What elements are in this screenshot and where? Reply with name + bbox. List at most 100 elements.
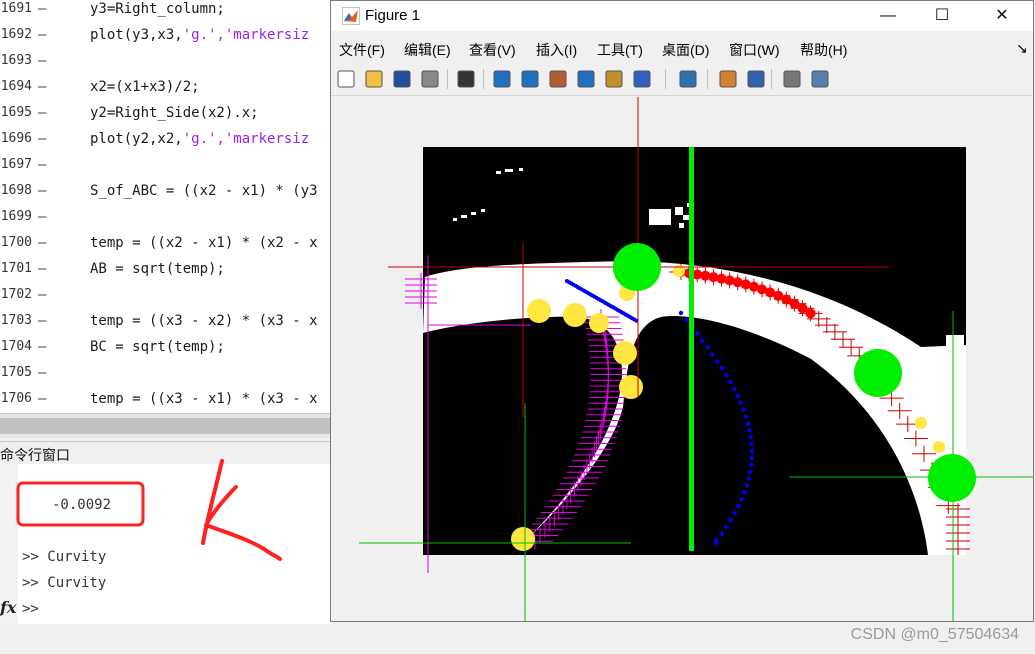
menu-item[interactable]: 工具(T) [597,40,643,60]
line-number: 1703 [0,313,32,328]
blue-dot [746,476,751,481]
blue-dot [732,386,737,392]
code-line[interactable]: 1698 — S_of_ABC = ((x2 - x1) * (y3 [0,178,331,204]
code-line[interactable]: 1703 — temp = ((x3 - x2) * (x3 - x [0,308,331,334]
code-line[interactable]: 1694 — x2=(x1+x3)/2; [0,74,331,100]
blue-dot [741,407,746,412]
code-text: AB = sqrt(temp); [90,261,225,277]
blue-dot [724,524,729,530]
code-text: S_of_ABC = ((x2 - x1) * (y3 [90,183,318,199]
line-marker: — [38,365,47,381]
line-marker: — [38,157,47,173]
toolbar-separator [707,69,708,89]
code-line[interactable]: 1702 — [0,282,331,308]
code-line[interactable]: 1691 — y3=Right_column; [0,0,331,22]
line-marker: — [38,105,47,121]
blue-dot [747,428,752,433]
blue-dot [749,441,754,447]
brush-icon[interactable] [631,68,653,90]
line-number: 1697 [0,157,32,172]
menu-item[interactable]: 桌面(D) [662,40,709,60]
line-number: 1695 [0,105,32,120]
scrollbar-thumb[interactable] [0,418,330,434]
data-cursor-icon[interactable] [603,68,625,90]
menu-item[interactable]: 文件(F) [339,40,385,60]
dock-arrow-icon[interactable]: ↘ [1016,40,1028,57]
line-marker: — [38,287,47,303]
pan-icon[interactable] [547,68,569,90]
zoom-in-icon[interactable] [491,68,513,90]
menu-item[interactable]: 插入(I) [536,40,577,60]
blue-dot [724,372,729,378]
yellow-dot [613,341,637,365]
yellow-dot [589,313,609,333]
line-number: 1692 [0,27,32,42]
watermark: CSDN @m0_57504634 [850,626,1019,643]
code-line[interactable]: 1692 — plot(y3,x3,'g.','markersiz [0,22,331,48]
rotate-icon[interactable] [575,68,597,90]
line-marker: — [38,339,47,355]
code-line[interactable]: 1705 — [0,360,331,386]
colorbar-icon[interactable] [717,68,739,90]
line-number: 1704 [0,339,32,354]
maximize-button[interactable]: ☐ [913,1,971,31]
line-marker: — [38,313,47,329]
show-tools-icon[interactable] [809,68,831,90]
close-button[interactable]: ✕ [973,1,1031,31]
menu-item[interactable]: 窗口(W) [729,40,780,60]
figure-menubar: 文件(F) 编辑(E) 查看(V) 插入(I) 工具(T) 桌面(D) 窗口(W) 帮助(H)… [331,35,1033,61]
blue-dot [739,497,744,502]
blue-dot [749,448,755,454]
code-line[interactable]: 1696 — plot(y2,x2,'g.','markersiz [0,126,331,152]
menu-item[interactable]: 帮助(H) [800,40,847,60]
line-marker: — [38,235,47,251]
code-line[interactable]: 1706 — temp = ((x3 - x1) * (x3 - x [0,386,331,412]
open-file-icon[interactable] [363,68,385,90]
legend-icon[interactable] [745,68,767,90]
link-plot-icon[interactable] [677,68,699,90]
save-icon[interactable] [391,68,413,90]
blue-dot [684,317,689,323]
code-line[interactable]: 1693 — [0,48,331,74]
blue-dot [678,310,684,316]
code-line[interactable]: 1695 — y2=Right_Side(x2).x; [0,100,331,126]
print-icon[interactable] [419,68,441,90]
code-line[interactable]: 1700 — temp = ((x2 - x1) * (x2 - x [0,230,331,256]
code-line[interactable]: 1697 — [0,152,331,178]
yellow-dot [511,527,535,551]
code-editor[interactable]: 1691 — y3=Right_column; 1692 — plot(y3,x3,'g.… [0,0,331,413]
code-line[interactable]: 1699 — [0,204,331,230]
minimize-button[interactable]: — [859,1,917,31]
line-number: 1702 [0,287,32,302]
line-number: 1693 [0,53,32,68]
figure-canvas[interactable] [331,97,1033,621]
yellow-dot [915,417,927,429]
code-line[interactable]: 1701 — AB = sqrt(temp); [0,256,331,282]
hide-tools-icon[interactable] [781,68,803,90]
toolbar-separator [771,69,772,89]
blue-dot [695,331,700,336]
line-number: 1700 [0,235,32,250]
pointer-icon[interactable] [455,68,477,90]
line-marker: — [38,131,47,147]
code-line[interactable]: 1704 — BC = sqrt(temp); [0,334,331,360]
line-marker: — [38,261,47,277]
line-marker: — [38,53,47,69]
line-number: 1696 [0,131,32,146]
zoom-out-icon[interactable] [519,68,541,90]
plot-axes[interactable] [331,97,1033,621]
line-number: 1699 [0,209,32,224]
code-text: y3=Right_column; [90,1,225,17]
figure-toolbar [331,63,1033,96]
new-figure-icon[interactable] [335,68,357,90]
menu-item[interactable]: 查看(V) [469,40,516,60]
figure-window[interactable]: Figure 1 — ☐ ✕ 文件(F) 编辑(E) 查看(V) 插入(I) 工具(T)… [330,0,1034,622]
blue-dot [719,531,724,536]
editor-horizontal-scrollbar[interactable] [0,413,331,438]
line-number: 1698 [0,183,32,198]
menu-item[interactable]: 编辑(E) [404,40,451,60]
blue-dot [742,490,747,495]
line-marker: — [38,209,47,225]
figure-titlebar[interactable]: Figure 1 — ☐ ✕ [331,1,1033,31]
line-marker: — [38,27,47,43]
